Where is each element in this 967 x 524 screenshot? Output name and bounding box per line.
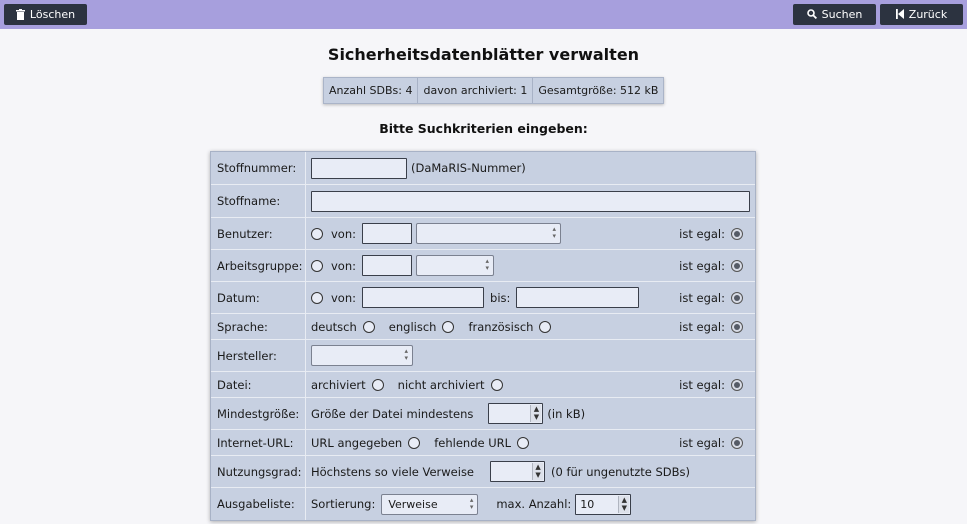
datum-bis-label: bis: xyxy=(490,290,511,305)
trash-icon xyxy=(15,4,25,27)
datum-von-input[interactable] xyxy=(362,287,485,308)
nutzungsgrad-hint: (0 für ungenutzte SDBs) xyxy=(551,464,691,479)
row-stoffname: Stoffname: xyxy=(211,185,755,218)
stepper-arrows-icon[interactable]: ▲ ▼ xyxy=(618,495,630,513)
stat-total-size: Gesamtgröße: 512 kB xyxy=(538,84,659,97)
back-icon xyxy=(895,4,904,26)
arbeitsgruppe-von-input[interactable] xyxy=(362,255,413,276)
sprache-egal-label: ist egal: xyxy=(679,319,725,334)
arbeitsgruppe-label: Arbeitsgruppe: xyxy=(211,250,306,281)
sprache-franzoesisch-label: französisch xyxy=(468,319,534,334)
datei-archiviert-label: archiviert xyxy=(311,377,366,392)
mindestgroesse-text: Größe der Datei mindestens xyxy=(311,406,474,421)
search-form: Stoffnummer: (DaMaRIS-Nummer) Stoffname:… xyxy=(210,151,756,521)
max-anzahl-stepper[interactable]: 10 ▲ ▼ xyxy=(575,493,632,515)
mindestgroesse-stepper[interactable]: ▲ ▼ xyxy=(488,403,544,424)
stepper-arrows-icon[interactable]: ▲ ▼ xyxy=(532,463,544,480)
top-toolbar: Löschen Suchen Zurück xyxy=(0,0,967,29)
nutzungsgrad-stepper[interactable]: ▲ ▼ xyxy=(490,461,546,482)
row-internet-url: Internet-URL: URL angegeben fehlende URL… xyxy=(211,430,755,456)
benutzer-von-input[interactable] xyxy=(362,223,413,244)
benutzer-label: Benutzer: xyxy=(211,218,306,249)
benutzer-egal-radio[interactable] xyxy=(731,227,743,240)
hersteller-select[interactable] xyxy=(311,345,413,366)
benutzer-egal-label: ist egal: xyxy=(679,226,725,241)
search-icon xyxy=(806,4,817,26)
ausgabeliste-label: Ausgabeliste: xyxy=(211,488,306,520)
stats-bar: Anzahl SDBs: 4 davon archiviert: 1 Gesam… xyxy=(323,77,665,104)
stoffnummer-hint: (DaMaRIS-Nummer) xyxy=(411,161,526,175)
page-title: Sicherheitsdatenblätter verwalten xyxy=(327,45,640,64)
internet-url-egal-label: ist egal: xyxy=(679,435,725,450)
row-arbeitsgruppe: Arbeitsgruppe: von: ist egal: xyxy=(211,250,755,282)
search-button-label: Suchen xyxy=(821,8,863,21)
nutzungsgrad-label: Nutzungsgrad: xyxy=(211,456,306,487)
datei-nicht-archiviert-radio[interactable] xyxy=(490,378,503,391)
datei-label: Datei: xyxy=(211,372,306,397)
stepper-arrows-icon[interactable]: ▲ ▼ xyxy=(530,405,542,422)
datum-label: Datum: xyxy=(211,282,306,313)
arbeitsgruppe-egal-label: ist egal: xyxy=(679,258,725,273)
datum-von-label: von: xyxy=(331,290,357,305)
arbeitsgruppe-select[interactable] xyxy=(416,255,495,276)
delete-button-label: Löschen xyxy=(29,8,76,21)
sprache-deutsch-radio[interactable] xyxy=(362,320,375,333)
sprache-label: Sprache: xyxy=(211,314,306,339)
datei-egal-label: ist egal: xyxy=(679,377,725,392)
stat-count: Anzahl SDBs: 4 xyxy=(324,78,419,103)
search-button[interactable]: Suchen xyxy=(793,4,876,25)
datei-egal-radio[interactable] xyxy=(731,378,743,391)
row-sprache: Sprache: deutsch englisch französisch is… xyxy=(211,314,755,340)
row-mindestgroesse: Mindestgröße: Größe der Datei mindestens… xyxy=(211,398,755,430)
datei-archiviert-radio[interactable] xyxy=(371,378,384,391)
row-datum: Datum: von: bis: ist egal: xyxy=(211,282,755,314)
url-angegeben-label: URL angegeben xyxy=(311,435,403,450)
mindestgroesse-label: Mindestgröße: xyxy=(211,398,306,429)
benutzer-von-label: von: xyxy=(331,226,357,241)
sprache-deutsch-label: deutsch xyxy=(311,319,357,334)
datum-von-radio[interactable] xyxy=(311,291,323,304)
sortierung-select[interactable]: Verweise xyxy=(381,493,479,515)
sprache-englisch-label: englisch xyxy=(388,319,437,334)
internet-url-egal-radio[interactable] xyxy=(731,436,743,449)
hersteller-label: Hersteller: xyxy=(211,340,306,371)
row-ausgabeliste: Ausgabeliste: Sortierung: Verweise max. … xyxy=(211,488,755,520)
benutzer-select[interactable] xyxy=(416,223,562,244)
sprache-franzoesisch-radio[interactable] xyxy=(539,320,552,333)
nutzungsgrad-text: Höchstens so viele Verweise xyxy=(311,464,475,479)
sortierung-label: Sortierung: xyxy=(311,497,376,511)
row-nutzungsgrad: Nutzungsgrad: Höchstens so viele Verweis… xyxy=(211,456,755,488)
stoffname-label: Stoffname: xyxy=(211,185,306,217)
row-stoffnummer: Stoffnummer: (DaMaRIS-Nummer) xyxy=(211,152,755,185)
arbeitsgruppe-von-label: von: xyxy=(331,258,357,273)
stoffnummer-input[interactable] xyxy=(311,157,407,179)
back-button-label: Zurück xyxy=(908,8,948,21)
sprache-egal-radio[interactable] xyxy=(731,320,743,333)
max-anzahl-label: max. Anzahl: xyxy=(496,497,572,511)
datum-egal-label: ist egal: xyxy=(679,290,725,305)
datum-bis-input[interactable] xyxy=(516,287,640,308)
arbeitsgruppe-egal-radio[interactable] xyxy=(731,259,743,272)
fehlende-url-radio[interactable] xyxy=(517,436,530,449)
stat-archived: davon archiviert: 1 xyxy=(418,78,534,103)
row-benutzer: Benutzer: von: ist egal: xyxy=(211,218,755,250)
benutzer-von-radio[interactable] xyxy=(311,227,323,240)
stoffname-input[interactable] xyxy=(311,190,750,212)
arbeitsgruppe-von-radio[interactable] xyxy=(311,259,323,272)
row-hersteller: Hersteller: xyxy=(211,340,755,372)
datei-nicht-archiviert-label: nicht archiviert xyxy=(397,377,485,392)
row-datei: Datei: archiviert nicht archiviert ist e… xyxy=(211,372,755,398)
back-button[interactable]: Zurück xyxy=(880,4,963,25)
search-subtitle: Bitte Suchkriterien eingeben: xyxy=(379,121,588,136)
internet-url-label: Internet-URL: xyxy=(211,430,306,455)
delete-button[interactable]: Löschen xyxy=(4,4,87,25)
url-angegeben-radio[interactable] xyxy=(408,436,421,449)
mindestgroesse-unit: (in kB) xyxy=(547,406,586,421)
datum-egal-radio[interactable] xyxy=(731,291,743,304)
fehlende-url-label: fehlende URL xyxy=(434,435,512,450)
stoffnummer-label: Stoffnummer: xyxy=(211,152,306,184)
max-anzahl-value: 10 xyxy=(580,497,595,511)
sprache-englisch-radio[interactable] xyxy=(442,320,455,333)
